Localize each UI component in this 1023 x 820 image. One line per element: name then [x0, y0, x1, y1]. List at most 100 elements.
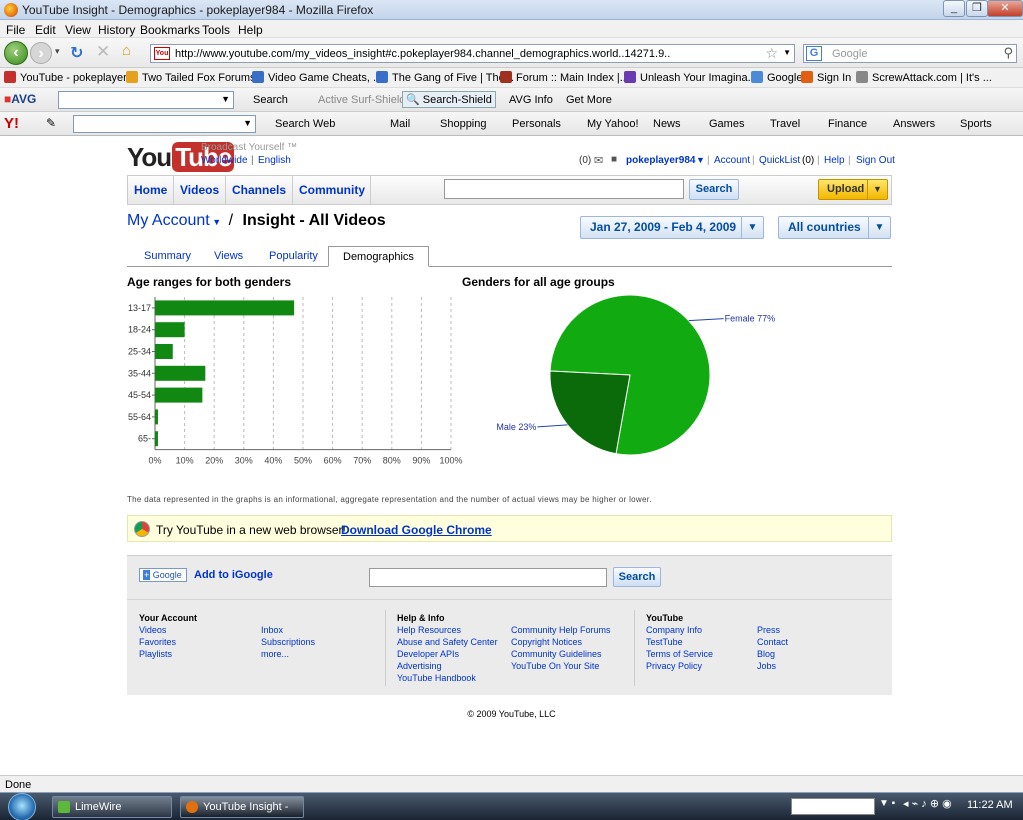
quicklist-link[interactable]: QuickList [759, 155, 800, 166]
chevron-down-icon[interactable]: ▼ [868, 217, 890, 238]
search-icon[interactable]: ⚲ [1003, 45, 1013, 61]
url-dropdown-icon[interactable]: ▼ [783, 48, 791, 57]
username-link[interactable]: pokeplayer984 [626, 155, 696, 166]
footer-link-on-your-site[interactable]: YouTube On Your Site [511, 661, 599, 671]
breadcrumb-my-account[interactable]: My Account [127, 212, 210, 229]
minimize-button[interactable]: _ [943, 0, 965, 17]
browser-search-box[interactable]: G Google ⚲ [803, 44, 1017, 63]
footer-link-videos[interactable]: Videos [139, 625, 166, 635]
tray-icons[interactable]: ◂ ⌁ ♪ ⊕ ◉ [903, 797, 952, 810]
google-logo[interactable]: + Google [139, 568, 187, 582]
bookmark-item[interactable]: Unleash Your Imagina... [624, 71, 757, 84]
inbox-count[interactable]: (0) [579, 155, 591, 166]
tab-popularity[interactable]: Popularity [269, 250, 318, 262]
yahoo-sports[interactable]: Sports [960, 118, 992, 130]
footer-link-guidelines[interactable]: Community Guidelines [511, 649, 602, 659]
back-button[interactable]: ‹ [4, 41, 28, 65]
footer-link-copyright[interactable]: Copyright Notices [511, 637, 582, 647]
tab-community[interactable]: Community [293, 176, 371, 204]
country-dropdown[interactable]: All countries ▼ [778, 216, 891, 239]
chevron-down-icon[interactable]: ▼ [221, 94, 230, 104]
footer-link-handbook[interactable]: YouTube Handbook [397, 673, 476, 683]
menu-bookmarks[interactable]: Bookmarks [140, 23, 200, 37]
bookmark-item[interactable]: The Gang of Five | The... [376, 71, 514, 84]
locale-english-link[interactable]: English [258, 155, 291, 166]
yahoo-news[interactable]: News [653, 118, 681, 130]
menu-tools[interactable]: Tools [202, 23, 230, 37]
help-link[interactable]: Help [824, 155, 845, 166]
home-icon[interactable]: ⌂ [122, 42, 131, 59]
bookmark-item[interactable]: YouTube - pokeplayer... [4, 71, 135, 84]
bookmark-item[interactable]: Sign In [801, 71, 851, 84]
avg-info-button[interactable]: AVG Info [509, 94, 553, 106]
bookmark-item[interactable]: Video Game Cheats, ... [252, 71, 382, 84]
footer-link-testtube[interactable]: TestTube [646, 637, 683, 647]
footer-link-abuse-safety[interactable]: Abuse and Safety Center [397, 637, 498, 647]
forward-button[interactable]: › [30, 42, 52, 64]
signout-link[interactable]: Sign Out [856, 155, 895, 166]
start-button[interactable] [8, 793, 36, 820]
tab-demographics[interactable]: Demographics [328, 246, 429, 267]
reload-icon[interactable]: ↻ [70, 43, 83, 63]
footer-link-inbox[interactable]: Inbox [261, 625, 283, 635]
taskbar-firefox[interactable]: YouTube Insight - D... [180, 796, 304, 818]
footer-link-help-resources[interactable]: Help Resources [397, 625, 461, 635]
tray-expand-icon[interactable]: ▼ ▪ [879, 798, 895, 809]
menu-file[interactable]: File [6, 23, 25, 37]
footer-link-jobs[interactable]: Jobs [757, 661, 776, 671]
avg-search-button[interactable]: Search [253, 94, 288, 106]
yahoo-answers[interactable]: Answers [893, 118, 935, 130]
google-engine-icon[interactable]: G [806, 46, 822, 61]
yahoo-shopping[interactable]: Shopping [440, 118, 487, 130]
footer-link-terms[interactable]: Terms of Service [646, 649, 713, 659]
account-link[interactable]: Account [714, 155, 750, 166]
download-chrome-link[interactable]: Download Google Chrome [341, 523, 492, 537]
footer-link-community-forums[interactable]: Community Help Forums [511, 625, 611, 635]
avg-active-surf-shield[interactable]: Active Surf-Shield [318, 94, 405, 106]
url-text[interactable]: http://www.youtube.com/my_videos_insight… [175, 48, 670, 60]
clock[interactable]: 11:22 AM [967, 799, 1013, 811]
tab-channels[interactable]: Channels [226, 176, 293, 204]
chevron-down-icon[interactable]: ▼ [867, 180, 887, 199]
menu-edit[interactable]: Edit [35, 23, 56, 37]
footer-search-button[interactable]: Search [613, 567, 661, 587]
mail-icon[interactable]: ✉ [594, 154, 603, 167]
footer-search-input[interactable] [369, 568, 607, 587]
stop-icon[interactable]: ✕ [96, 42, 110, 62]
footer-link-blog[interactable]: Blog [757, 649, 775, 659]
date-range-dropdown[interactable]: Jan 27, 2009 - Feb 4, 2009 ▼ [580, 216, 764, 239]
chevron-down-icon[interactable]: ▼ [243, 118, 252, 128]
pencil-icon[interactable]: ✎ [46, 116, 56, 130]
avg-get-more[interactable]: Get More [566, 94, 612, 106]
menu-history[interactable]: History [98, 23, 135, 37]
history-dropdown-icon[interactable]: ▾ [55, 46, 60, 57]
tab-videos[interactable]: Videos [174, 176, 226, 204]
url-bar[interactable]: You http://www.youtube.com/my_videos_ins… [150, 44, 795, 63]
chevron-down-icon[interactable]: ▼ [741, 217, 763, 238]
locale-worldwide-link[interactable]: Worldwide [201, 155, 248, 166]
yahoo-search-web[interactable]: Search Web [275, 118, 335, 130]
tab-home[interactable]: Home [128, 176, 174, 204]
youtube-search-button[interactable]: Search [689, 179, 739, 200]
bookmark-item[interactable]: Two Tailed Fox Forums [126, 71, 256, 84]
footer-link-favorites[interactable]: Favorites [139, 637, 176, 647]
footer-link-contact[interactable]: Contact [757, 637, 788, 647]
chevron-down-icon[interactable]: ▼ [696, 155, 705, 165]
footer-link-press[interactable]: Press [757, 625, 780, 635]
youtube-search-input[interactable] [444, 179, 684, 199]
add-to-igoogle-link[interactable]: Add to iGoogle [194, 569, 273, 581]
menu-help[interactable]: Help [238, 23, 263, 37]
footer-link-advertising[interactable]: Advertising [397, 661, 442, 671]
yahoo-travel[interactable]: Travel [770, 118, 800, 130]
close-button[interactable]: ✕ [987, 0, 1023, 17]
bookmark-item[interactable]: Forum :: Main Index |... [500, 71, 629, 84]
menu-view[interactable]: View [65, 23, 91, 37]
footer-link-developer-apis[interactable]: Developer APIs [397, 649, 459, 659]
avg-search-input[interactable]: ▼ [58, 91, 234, 109]
tab-summary[interactable]: Summary [144, 250, 191, 262]
bookmark-star-icon[interactable]: ☆ [765, 45, 778, 62]
footer-link-subscriptions[interactable]: Subscriptions [261, 637, 315, 647]
footer-link-playlists[interactable]: Playlists [139, 649, 172, 659]
yahoo-personals[interactable]: Personals [512, 118, 561, 130]
yahoo-mail[interactable]: Mail [390, 118, 410, 130]
